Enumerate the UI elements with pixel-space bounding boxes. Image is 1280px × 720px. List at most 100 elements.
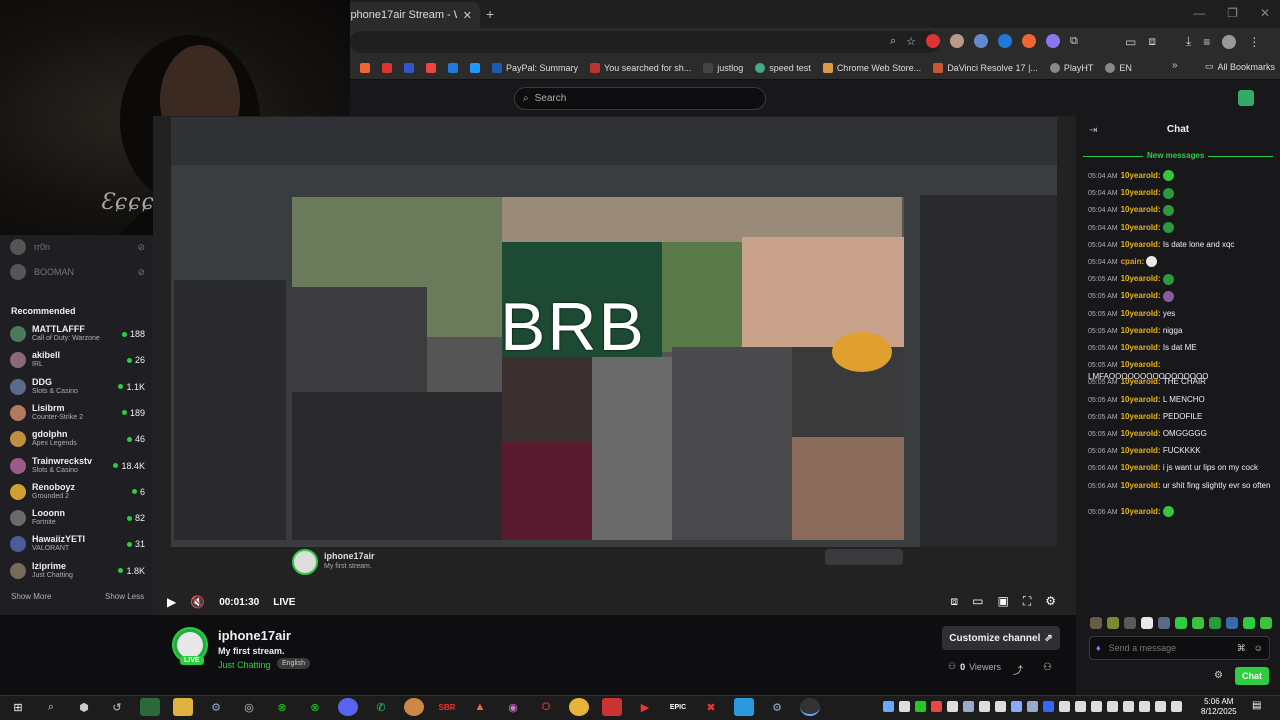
xbox-icon[interactable]: ⊗: [272, 698, 292, 716]
show-less-button[interactable]: Show Less: [105, 592, 144, 601]
chat-message[interactable]: 05:05 AM 10yearold: L MENCHO: [1088, 394, 1274, 406]
sidepanel-icon[interactable]: ▭: [1125, 35, 1136, 49]
emote[interactable]: [1141, 617, 1153, 629]
bookmark-icon[interactable]: [470, 63, 480, 73]
bookmark-paypal[interactable]: PayPal: Summary: [492, 63, 578, 73]
tray-icon[interactable]: [963, 701, 974, 712]
message-username[interactable]: 10yearold: [1121, 395, 1158, 404]
recommended-channel[interactable]: Lisibrm Counter-Strike 2 189: [10, 400, 145, 426]
extension-icon[interactable]: [1022, 34, 1037, 48]
emote[interactable]: [1192, 617, 1204, 629]
tab-search-icon[interactable]: ⧈: [1148, 34, 1156, 49]
recommended-channel[interactable]: MATTLAFFF Call of Duty: Warzone 188: [10, 321, 145, 347]
command-icon[interactable]: ⌘: [1237, 643, 1246, 654]
close-tab-icon[interactable]: ✕: [463, 9, 472, 22]
epic-games-icon[interactable]: EPIC: [668, 698, 688, 716]
message-username[interactable]: 10yearold: [1121, 291, 1158, 300]
file-explorer-icon[interactable]: [173, 698, 193, 716]
notification-icon[interactable]: ▤: [1252, 700, 1261, 711]
puzzle-icon[interactable]: ⧉: [1070, 35, 1078, 48]
chat-message[interactable]: 05:06 AM 10yearold: FUCKKKK: [1088, 445, 1274, 457]
extension-icon[interactable]: [998, 34, 1013, 48]
chat-message[interactable]: 05:06 AM 10yearold: ur shit fing slightly…: [1088, 480, 1274, 492]
tray-icon[interactable]: [1011, 701, 1022, 712]
app-icon[interactable]: ✖: [701, 698, 721, 716]
chat-message[interactable]: 05:04 AM cpain:: [1088, 256, 1274, 268]
search-icon[interactable]: ⌕: [41, 698, 61, 716]
emote[interactable]: [1226, 617, 1238, 629]
recommended-channel[interactable]: gdolphn Apex Legends 46: [10, 426, 145, 452]
bookmark-speedtest[interactable]: speed test: [755, 63, 811, 73]
message-username[interactable]: 10yearold: [1121, 274, 1158, 283]
tray-icon[interactable]: [931, 701, 942, 712]
chrome-icon[interactable]: [569, 698, 589, 716]
chat-message[interactable]: 05:05 AM 10yearold:: [1088, 290, 1274, 302]
tray-icon[interactable]: [1171, 701, 1182, 712]
message-username[interactable]: 10yearold: [1121, 429, 1158, 438]
tray-icon[interactable]: [1027, 701, 1038, 712]
chat-settings-icon[interactable]: ⚙: [1214, 670, 1223, 681]
message-username[interactable]: 10yearold: [1121, 205, 1158, 214]
obs-icon[interactable]: [800, 698, 820, 716]
emote[interactable]: [1090, 617, 1102, 629]
bits-icon[interactable]: ♦: [1096, 643, 1101, 653]
chat-send-button[interactable]: Chat: [1235, 667, 1269, 685]
app-icon[interactable]: ◎: [239, 698, 259, 716]
bookmark-playht[interactable]: PlayHT: [1049, 63, 1093, 73]
emote[interactable]: [1124, 617, 1136, 629]
bookmark-en[interactable]: EN: [1105, 63, 1132, 73]
kebab-menu-icon[interactable]: ⋮: [1248, 35, 1260, 49]
emote[interactable]: [1260, 617, 1272, 629]
extension-icon[interactable]: [926, 34, 941, 48]
bookmarks-overflow-icon[interactable]: »: [1172, 60, 1178, 71]
chat-message[interactable]: 05:04 AM 10yearold:: [1088, 170, 1274, 182]
message-username[interactable]: 10yearold: [1121, 223, 1158, 232]
xbox-icon[interactable]: ⊗: [305, 698, 325, 716]
app-icon[interactable]: ⬢: [74, 698, 94, 716]
gear-icon[interactable]: ⚙: [1045, 594, 1056, 609]
chat-message[interactable]: 05:05 AM 10yearold: PEDOFILE: [1088, 411, 1274, 423]
tray-icon[interactable]: [1155, 701, 1166, 712]
message-username[interactable]: 10yearold: [1121, 343, 1158, 352]
message-username[interactable]: 10yearold: [1121, 360, 1158, 369]
chat-message[interactable]: 05:04 AM 10yearold:: [1088, 204, 1274, 216]
message-username[interactable]: 10yearold: [1121, 188, 1158, 197]
bookmark-icon[interactable]: [382, 63, 392, 73]
chat-message[interactable]: 05:04 AM 10yearold: Is date lone and xqc: [1088, 239, 1274, 251]
message-username[interactable]: 10yearold: [1121, 412, 1158, 421]
app-icon[interactable]: [140, 698, 160, 716]
more-options-icon[interactable]: ⚇: [1043, 662, 1052, 673]
recommended-channel[interactable]: HawaiizYETI VALORANT 31: [10, 531, 145, 557]
emote-picker-icon[interactable]: ☺: [1254, 643, 1263, 653]
recommended-channel[interactable]: Trainwreckstv Slots & Casino 18.4K: [10, 453, 145, 479]
chat-message[interactable]: 05:05 AM 10yearold: THE CHAIR: [1088, 376, 1274, 388]
chat-message[interactable]: 05:05 AM 10yearold:: [1088, 273, 1274, 285]
message-username[interactable]: 10yearold: [1121, 507, 1158, 516]
tray-icon[interactable]: [1107, 701, 1118, 712]
chat-message[interactable]: 05:05 AM 10yearold: OMGGGGG: [1088, 428, 1274, 440]
system-clock[interactable]: 5:06 AM 8/12/2025: [1201, 697, 1237, 717]
emote[interactable]: [1107, 617, 1119, 629]
youtube-icon[interactable]: ▶: [635, 698, 655, 716]
recommended-channel[interactable]: Iziprime Just Chatting 1.8K: [10, 558, 145, 584]
recommended-channel[interactable]: Looonn Fortnite 82: [10, 505, 145, 531]
followed-channel[interactable]: rr0n ⊘: [10, 239, 145, 255]
tray-icon[interactable]: [1091, 701, 1102, 712]
maximize-icon[interactable]: ❐: [1227, 6, 1238, 20]
extension-icon[interactable]: [1046, 34, 1061, 48]
tray-icon[interactable]: [1043, 701, 1054, 712]
brave-icon[interactable]: ▲: [470, 698, 490, 716]
fullscreen-icon[interactable]: ⛶: [1023, 594, 1031, 609]
bookmark-searched[interactable]: You searched for sh...: [590, 63, 691, 73]
windows-start-icon[interactable]: ⊞: [8, 698, 28, 716]
steam-icon[interactable]: ⚙: [206, 698, 226, 716]
message-username[interactable]: 10yearold: [1121, 240, 1158, 249]
tray-icon[interactable]: [1139, 701, 1150, 712]
tray-icon[interactable]: [899, 701, 910, 712]
theatre-mode-icon[interactable]: ▭: [972, 594, 983, 609]
channel-name[interactable]: iphone17air: [218, 628, 291, 643]
chat-message[interactable]: 05:06 AM 10yearold: i js want ur lips on …: [1088, 462, 1274, 474]
picture-in-picture-icon[interactable]: ▣: [997, 594, 1008, 609]
tray-icon[interactable]: [947, 701, 958, 712]
customize-channel-button[interactable]: Customize channel ⇗: [942, 626, 1060, 650]
